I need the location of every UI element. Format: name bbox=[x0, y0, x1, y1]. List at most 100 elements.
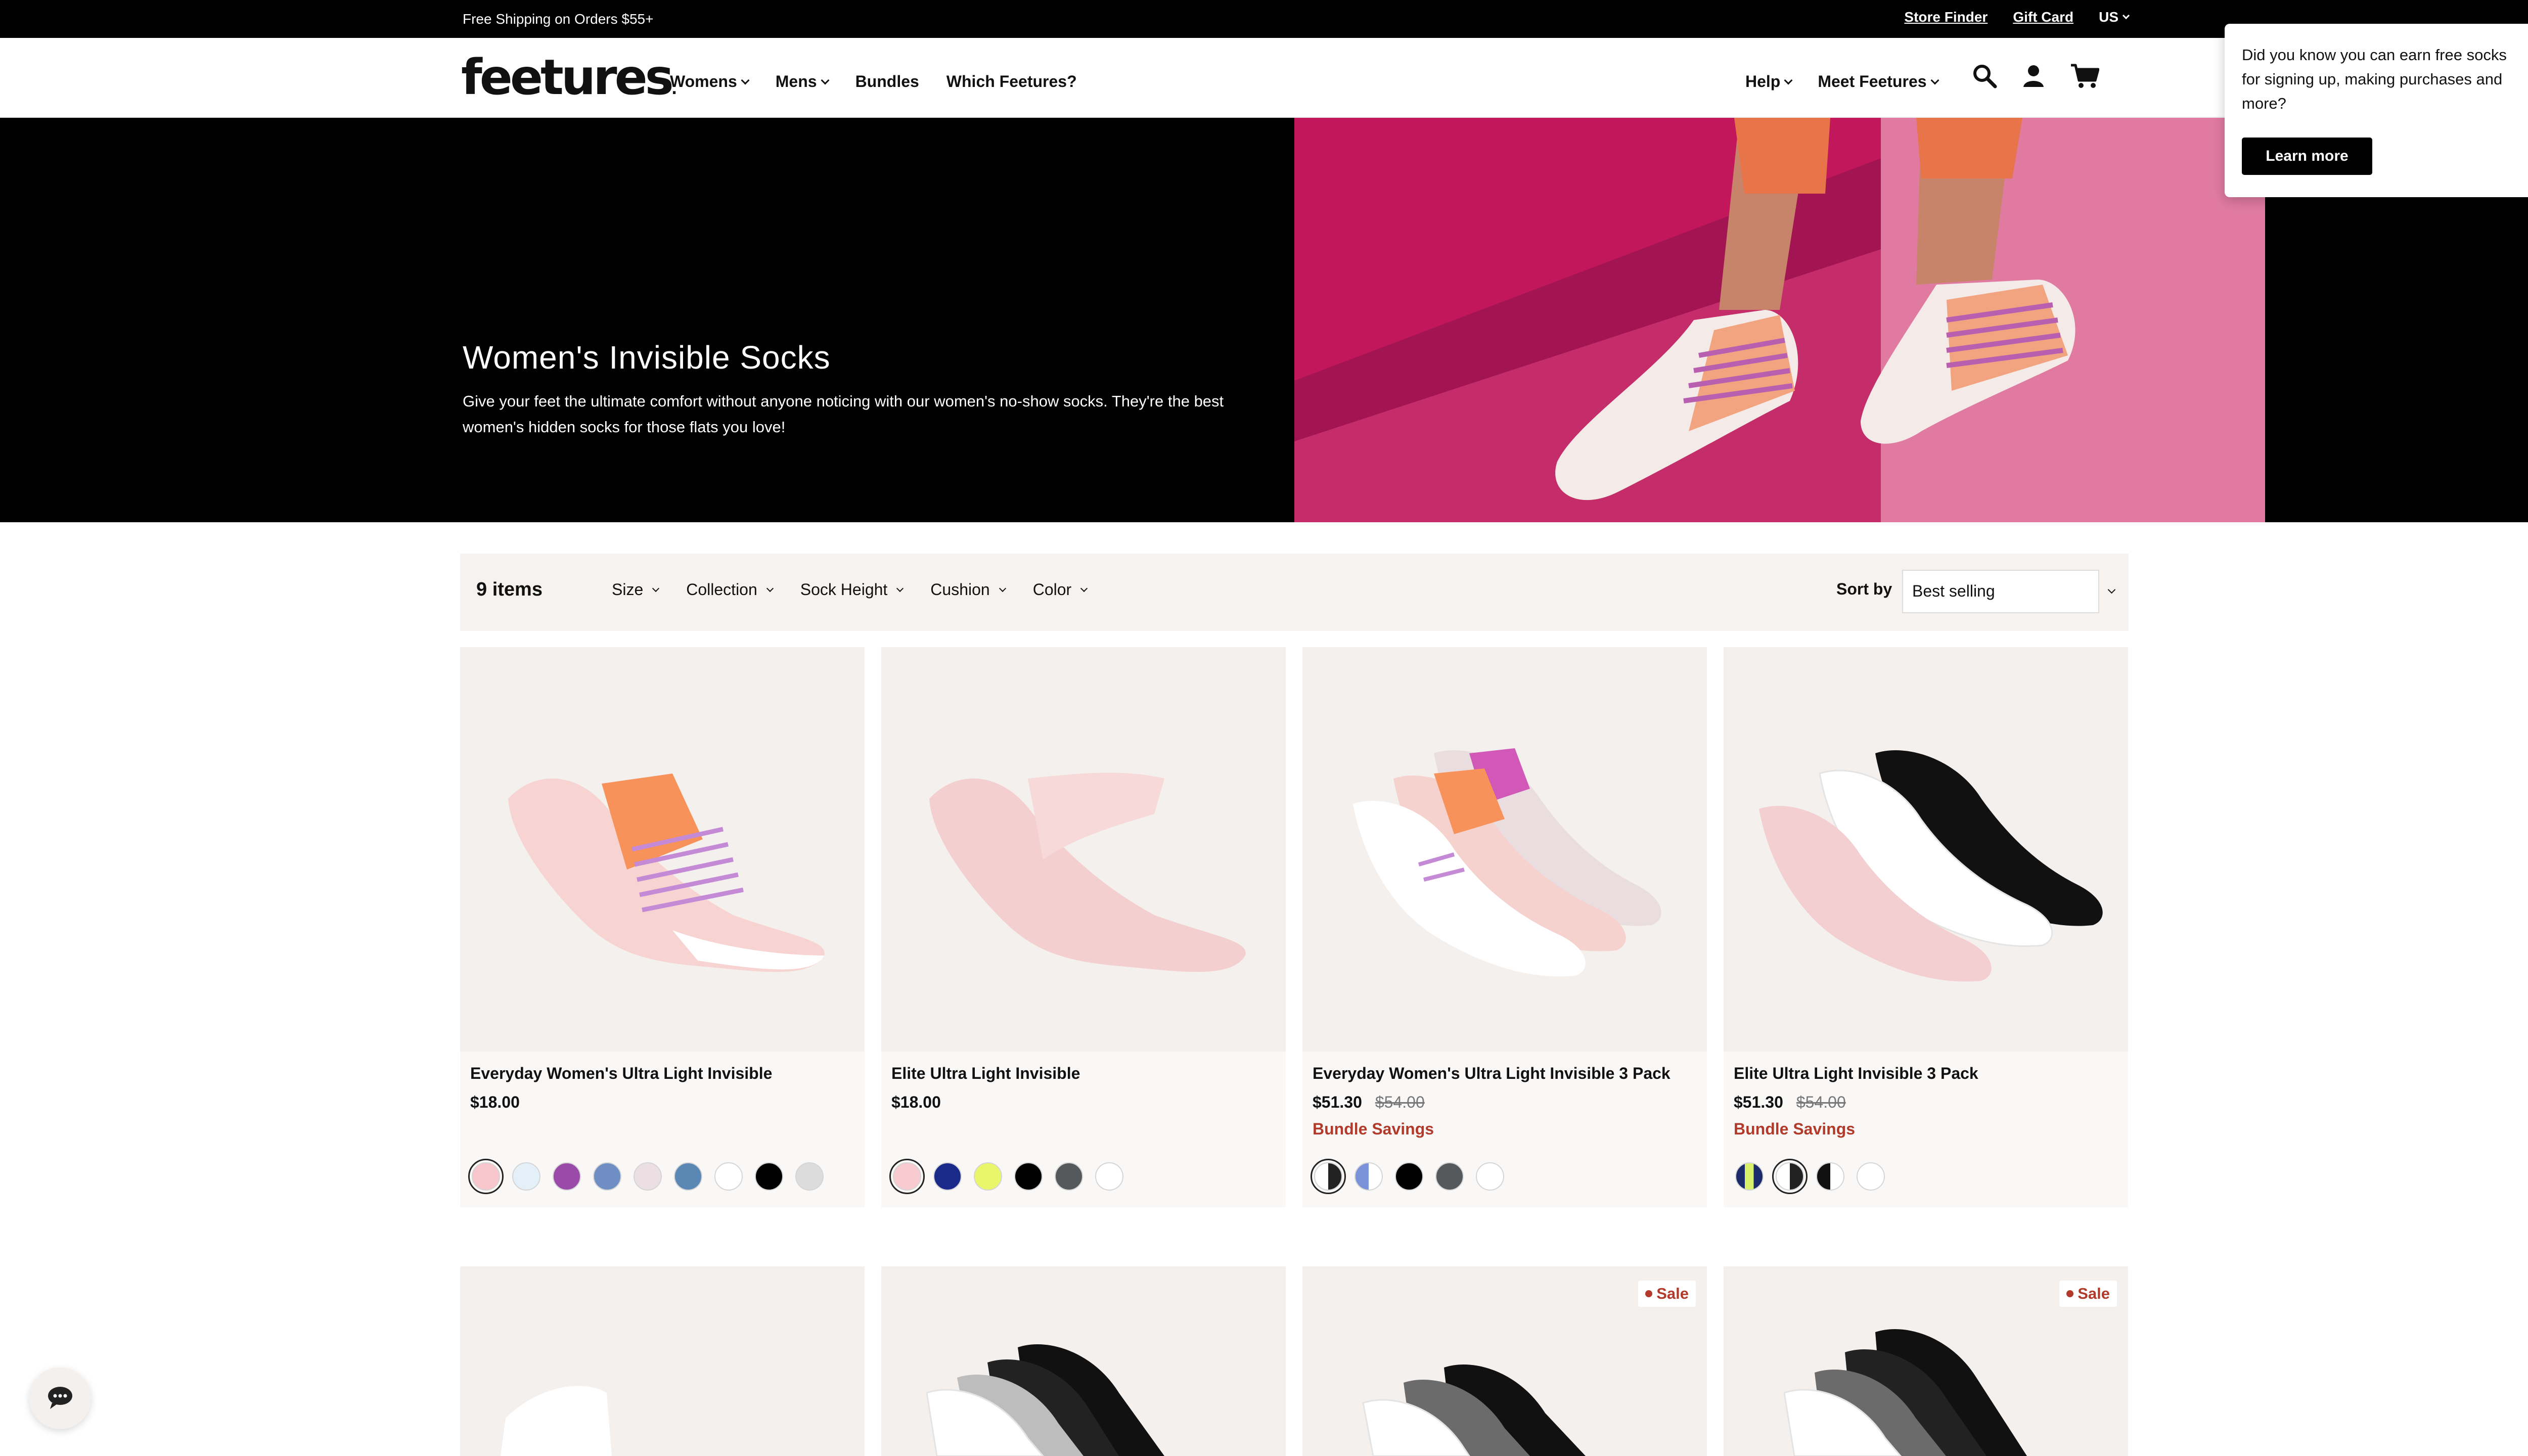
cart-icon[interactable] bbox=[2070, 63, 2099, 88]
product-card[interactable]: Everyday Women's Ultra Light Invisible $… bbox=[460, 647, 865, 1207]
product-price: $18.00 bbox=[470, 1093, 520, 1112]
nav-which-feetures-label: Which Feetures? bbox=[946, 72, 1077, 90]
color-swatches bbox=[889, 1159, 1127, 1194]
sale-dot bbox=[1645, 1290, 1653, 1297]
product-name[interactable]: Elite Ultra Light Invisible 3 Pack bbox=[1734, 1064, 1978, 1083]
color-swatch[interactable] bbox=[1092, 1159, 1127, 1194]
nav-help[interactable]: Help bbox=[1745, 72, 1793, 91]
sale-dot bbox=[2066, 1290, 2074, 1297]
sort-select[interactable]: Best selling bbox=[1902, 570, 2099, 613]
color-swatch[interactable] bbox=[509, 1159, 544, 1194]
product-card[interactable] bbox=[881, 1266, 1286, 1456]
feetures-logo[interactable]: feetures. bbox=[461, 53, 677, 102]
color-swatch[interactable] bbox=[549, 1159, 584, 1194]
color-swatches bbox=[1311, 1159, 1508, 1194]
compare-price: $54.00 bbox=[1796, 1093, 1846, 1111]
main-nav: Womens Mens Bundles Which Feetures? bbox=[670, 72, 1077, 91]
chevron-down-icon bbox=[2122, 12, 2130, 20]
filter-size[interactable]: Size bbox=[612, 580, 660, 599]
color-swatch[interactable] bbox=[1051, 1159, 1087, 1194]
account-icon[interactable] bbox=[2021, 64, 2046, 88]
color-swatch[interactable] bbox=[970, 1159, 1006, 1194]
color-swatch[interactable] bbox=[1311, 1159, 1346, 1194]
chevron-down-icon bbox=[896, 584, 904, 592]
color-swatch[interactable] bbox=[930, 1159, 965, 1194]
hero-banner: Women's Invisible Socks Give your feet t… bbox=[0, 118, 2528, 522]
color-swatches bbox=[1732, 1159, 1888, 1194]
search-icon[interactable] bbox=[1972, 63, 1997, 88]
hero-image bbox=[1294, 118, 2265, 522]
color-swatch[interactable] bbox=[1472, 1159, 1508, 1194]
item-count: 9 items bbox=[476, 579, 543, 600]
product-image[interactable] bbox=[881, 647, 1286, 1052]
store-finder-link[interactable]: Store Finder bbox=[1904, 9, 1988, 25]
chevron-down-icon bbox=[652, 584, 660, 592]
filter-cushion[interactable]: Cushion bbox=[930, 580, 1006, 599]
color-swatch[interactable] bbox=[792, 1159, 827, 1194]
product-name[interactable]: Everyday Women's Ultra Light Invisible bbox=[470, 1064, 772, 1083]
rewards-message: Did you know you can earn free socks for… bbox=[2242, 46, 2507, 112]
color-swatch[interactable] bbox=[1813, 1159, 1848, 1194]
filter-size-label: Size bbox=[612, 580, 644, 599]
color-swatch[interactable] bbox=[889, 1159, 925, 1194]
color-swatch[interactable] bbox=[1011, 1159, 1046, 1194]
price-value: $18.00 bbox=[891, 1093, 941, 1111]
sale-label: Sale bbox=[1656, 1285, 1689, 1302]
logo-text: feetures bbox=[461, 49, 674, 106]
product-image[interactable] bbox=[1724, 647, 2128, 1052]
product-name[interactable]: Elite Ultra Light Invisible bbox=[891, 1064, 1080, 1083]
color-swatch[interactable] bbox=[751, 1159, 787, 1194]
country-selector[interactable]: US bbox=[2099, 9, 2130, 25]
nav-which-feetures[interactable]: Which Feetures? bbox=[946, 72, 1077, 91]
nav-meet-feetures-label: Meet Feetures bbox=[1818, 72, 1927, 90]
chat-button[interactable] bbox=[29, 1368, 91, 1429]
filter-sock-height-label: Sock Height bbox=[800, 580, 888, 599]
color-swatch[interactable] bbox=[1432, 1159, 1467, 1194]
product-name[interactable]: Everyday Women's Ultra Light Invisible 3… bbox=[1313, 1064, 1671, 1083]
filter-color[interactable]: Color bbox=[1033, 580, 1088, 599]
nav-meet-feetures[interactable]: Meet Feetures bbox=[1818, 72, 1939, 91]
nav-womens[interactable]: Womens bbox=[670, 72, 750, 91]
product-image[interactable] bbox=[460, 1266, 865, 1456]
product-card[interactable]: Sale bbox=[1302, 1266, 1707, 1456]
chevron-down-icon bbox=[766, 584, 774, 592]
sort-label: Sort by bbox=[1836, 580, 1892, 598]
product-card[interactable]: Elite Ultra Light Invisible 3 Pack $51.3… bbox=[1724, 647, 2128, 1207]
filter-bar: 9 items Size Collection Sock Height Cush… bbox=[460, 554, 2129, 631]
product-image[interactable] bbox=[881, 1266, 1286, 1456]
gift-card-link[interactable]: Gift Card bbox=[2013, 9, 2073, 25]
product-card[interactable]: Everyday Women's Ultra Light Invisible 3… bbox=[1302, 647, 1707, 1207]
color-swatch[interactable] bbox=[1391, 1159, 1427, 1194]
price-value: $18.00 bbox=[470, 1093, 520, 1111]
product-card[interactable]: Sale bbox=[1724, 1266, 2128, 1456]
nav-bundles[interactable]: Bundles bbox=[855, 72, 919, 91]
filter-collection[interactable]: Collection bbox=[686, 580, 774, 599]
product-image[interactable] bbox=[460, 647, 865, 1052]
header-icons bbox=[1972, 63, 2099, 88]
color-swatches bbox=[468, 1159, 827, 1194]
color-swatch[interactable] bbox=[1772, 1159, 1808, 1194]
nav-mens-label: Mens bbox=[775, 72, 817, 90]
color-swatch[interactable] bbox=[630, 1159, 665, 1194]
chevron-down-icon bbox=[999, 584, 1006, 592]
color-swatch[interactable] bbox=[711, 1159, 746, 1194]
learn-more-button[interactable]: Learn more bbox=[2242, 138, 2372, 175]
product-price: $18.00 bbox=[891, 1093, 941, 1112]
product-card[interactable]: Elite Ultra Light Invisible $18.00 bbox=[881, 647, 1286, 1207]
product-price: $51.30 $54.00 bbox=[1734, 1093, 1846, 1112]
product-image[interactable] bbox=[1302, 647, 1707, 1052]
free-shipping-promo: Free Shipping on Orders $55+ bbox=[463, 11, 654, 27]
filter-sock-height[interactable]: Sock Height bbox=[800, 580, 904, 599]
chevron-down-icon bbox=[821, 76, 830, 84]
color-swatch[interactable] bbox=[1853, 1159, 1888, 1194]
chevron-down-icon bbox=[741, 76, 750, 84]
product-card[interactable] bbox=[460, 1266, 865, 1456]
color-swatch[interactable] bbox=[670, 1159, 706, 1194]
color-swatch[interactable] bbox=[468, 1159, 504, 1194]
color-swatch[interactable] bbox=[1732, 1159, 1767, 1194]
nav-womens-label: Womens bbox=[670, 72, 737, 90]
color-swatch[interactable] bbox=[1351, 1159, 1386, 1194]
nav-bundles-label: Bundles bbox=[855, 72, 919, 90]
color-swatch[interactable] bbox=[590, 1159, 625, 1194]
nav-mens[interactable]: Mens bbox=[775, 72, 830, 91]
